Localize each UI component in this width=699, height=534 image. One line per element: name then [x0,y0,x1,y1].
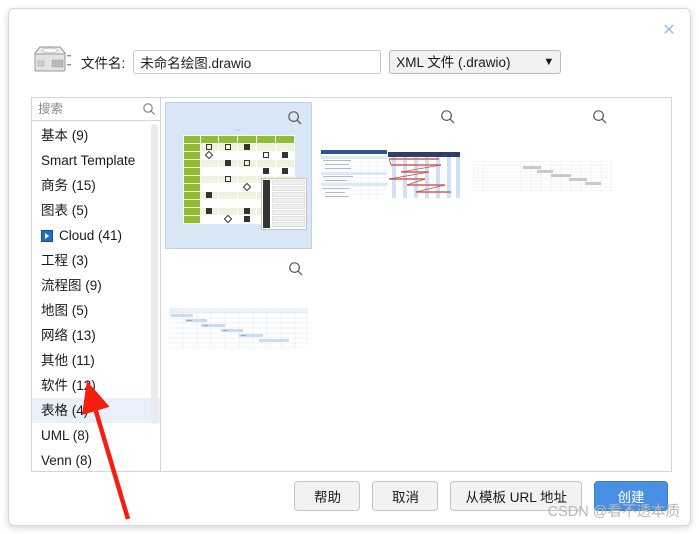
sidebar-item-2[interactable]: 商务 (15) [32,173,160,198]
sidebar-item-10[interactable]: 软件 (12) [32,373,160,398]
sidebar-scrollbar-thumb[interactable] [151,124,158,424]
sidebar-item-12[interactable]: UML (8) [32,423,160,448]
sidebar-item-8[interactable]: 网络 (13) [32,323,160,348]
sidebar-item-label: 流程图 (9) [41,278,102,293]
sidebar-item-11[interactable]: 表格 (4) [32,398,160,423]
sidebar-item-label: 表格 (4) [41,403,89,418]
sidebar-item-label: Cloud (41) [59,228,123,243]
sidebar-scrollbar-track[interactable] [151,124,158,467]
sidebar-item-label: 其他 (11) [41,353,95,368]
sidebar-item-3[interactable]: 图表 (5) [32,198,160,223]
legend-item [263,209,305,216]
filename-row: 文件名: XML 文件 (.drawio) ▼ [29,45,672,79]
watermark: CSDN @看不透本质 [547,504,680,520]
sidebar-item-label: 工程 (3) [41,253,89,268]
magnifier-icon[interactable] [592,109,608,125]
legend-item [263,221,305,228]
search-row [32,98,160,121]
gantt-blue-preview [165,307,312,348]
sidebar-item-label: 软件 (12) [41,378,96,393]
legend-item [263,197,305,204]
sidebar-item-5[interactable]: 工程 (3) [32,248,160,273]
sidebar-item-label: Smart Template [41,153,136,168]
table-row [182,150,295,160]
template-item-gantt-blue[interactable] [165,254,312,401]
legend-item [263,191,305,198]
sidebar-item-6[interactable]: 流程图 (9) [32,273,160,298]
table-row [182,166,295,176]
magnifier-icon[interactable] [288,261,304,277]
filename-input[interactable] [133,50,382,74]
legend-item [263,179,305,186]
template-item-gantt-detailed[interactable] [317,102,464,249]
sidebar-item-4[interactable]: Cloud (41) [32,223,160,248]
table-row [182,142,295,152]
template-item-gantt-simple[interactable] [469,102,616,249]
sidebar-item-9[interactable]: 其他 (11) [32,348,160,373]
hard-drive-icon [34,46,71,72]
sidebar-item-1[interactable]: Smart Template [32,148,160,173]
template-item-green-table[interactable]: ▪▪▪ [165,102,312,249]
sidebar-item-label: Venn (8) [41,453,93,468]
sidebar-item-label: UML (8) [41,428,90,443]
preview-title: ▪▪▪ [236,127,241,132]
template-grid: ▪▪▪ [161,98,671,471]
category-sidebar: 基本 (9) Smart Template 商务 (15) 图表 (5) Cloud (… [32,98,161,471]
save-template-dialog: ✕ 文件名: XML 文件 (.drawio) ▼ [8,8,691,526]
category-list: 基本 (9) Smart Template 商务 (15) 图表 (5) Cloud (… [32,121,160,471]
cancel-button[interactable]: 取消 [372,481,439,511]
sidebar-item-label: 网络 (13) [41,328,96,343]
legend-item [263,185,305,192]
help-button[interactable]: 帮助 [294,481,361,511]
magnifier-icon[interactable] [287,110,303,126]
table-row [182,158,295,168]
gantt-simple-preview [469,160,616,191]
magnifier-icon[interactable] [440,109,456,125]
sidebar-item-label: 地图 (5) [41,303,89,318]
close-icon[interactable]: ✕ [658,19,680,41]
format-select-wrapper: XML 文件 (.drawio) ▼ [389,50,562,74]
expand-arrow-icon [41,229,53,242]
gantt-detailed-preview [317,149,464,202]
filename-label: 文件名: [81,56,126,71]
search-icon[interactable] [142,102,156,116]
file-format-select[interactable]: XML 文件 (.drawio) [389,50,562,74]
table-row [182,134,295,144]
dialog-body: 基本 (9) Smart Template 商务 (15) 图表 (5) Cloud (… [31,97,672,472]
sidebar-item-label: 图表 (5) [41,203,89,218]
preview-legend [261,178,307,230]
legend-item [263,203,305,210]
sidebar-item-label: 商务 (15) [41,178,96,193]
sidebar-item-7[interactable]: 地图 (5) [32,298,160,323]
sidebar-item-label: 基本 (9) [41,128,89,143]
legend-item [263,215,305,222]
sidebar-item-13[interactable]: Venn (8) [32,448,160,471]
search-input[interactable] [38,102,142,116]
sidebar-item-0[interactable]: 基本 (9) [32,123,160,148]
